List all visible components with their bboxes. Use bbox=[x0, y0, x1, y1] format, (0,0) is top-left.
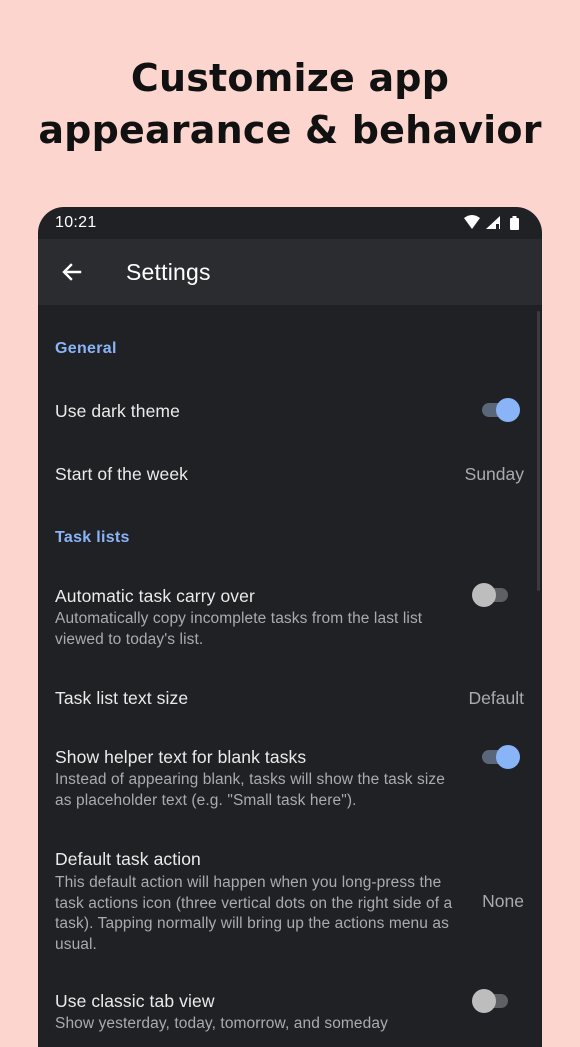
headline-line-1: Customize app bbox=[130, 56, 450, 100]
status-bar: 10:21 bbox=[38, 207, 542, 239]
setting-title: Automatic task carry over bbox=[55, 586, 255, 606]
wifi-icon bbox=[464, 215, 480, 229]
setting-value: None bbox=[482, 891, 524, 911]
setting-value: Default bbox=[468, 688, 524, 708]
setting-subtitle: This default action will happen when you… bbox=[55, 874, 453, 953]
setting-subtitle: Show yesterday, today, tomorrow, and som… bbox=[55, 1015, 388, 1032]
setting-title: Use dark theme bbox=[55, 401, 180, 421]
toggle-thumb bbox=[472, 583, 496, 607]
cell-signal-icon bbox=[486, 216, 500, 229]
promo-headline: Customize app appearance & behavior bbox=[0, 52, 580, 156]
setting-title: Start of the week bbox=[55, 464, 189, 484]
setting-title: Default task action bbox=[55, 849, 201, 869]
page-title: Settings bbox=[126, 259, 211, 285]
status-time: 10:21 bbox=[55, 214, 97, 231]
headline-line-2: appearance & behavior bbox=[38, 108, 542, 152]
setting-title: Use classic tab view bbox=[55, 991, 215, 1011]
toggle-thumb bbox=[496, 745, 520, 769]
setting-subtitle: Automatically copy incomplete tasks from… bbox=[55, 610, 423, 648]
section-header-general: General bbox=[55, 340, 117, 357]
arrow-back-icon[interactable] bbox=[58, 258, 86, 286]
status-icons bbox=[462, 215, 526, 231]
toggle-thumb bbox=[472, 989, 496, 1013]
app-bar: Settings bbox=[38, 239, 542, 305]
carry-over-toggle[interactable] bbox=[472, 583, 512, 607]
battery-icon bbox=[510, 216, 519, 230]
setting-title: Show helper text for blank tasks bbox=[55, 747, 307, 767]
setting-title: Task list text size bbox=[55, 688, 189, 708]
helper-text-toggle[interactable] bbox=[480, 745, 520, 769]
phone-screen: 10:21 Settings General Use dark theme St… bbox=[38, 207, 542, 1047]
setting-value: Sunday bbox=[464, 464, 524, 484]
setting-subtitle: Instead of appearing blank, tasks will s… bbox=[55, 771, 445, 809]
classic-tab-toggle[interactable] bbox=[472, 989, 512, 1013]
section-header-task-lists: Task lists bbox=[55, 529, 130, 546]
scrollbar[interactable] bbox=[537, 311, 540, 591]
toggle-thumb bbox=[496, 398, 520, 422]
dark-theme-toggle[interactable] bbox=[480, 398, 520, 422]
